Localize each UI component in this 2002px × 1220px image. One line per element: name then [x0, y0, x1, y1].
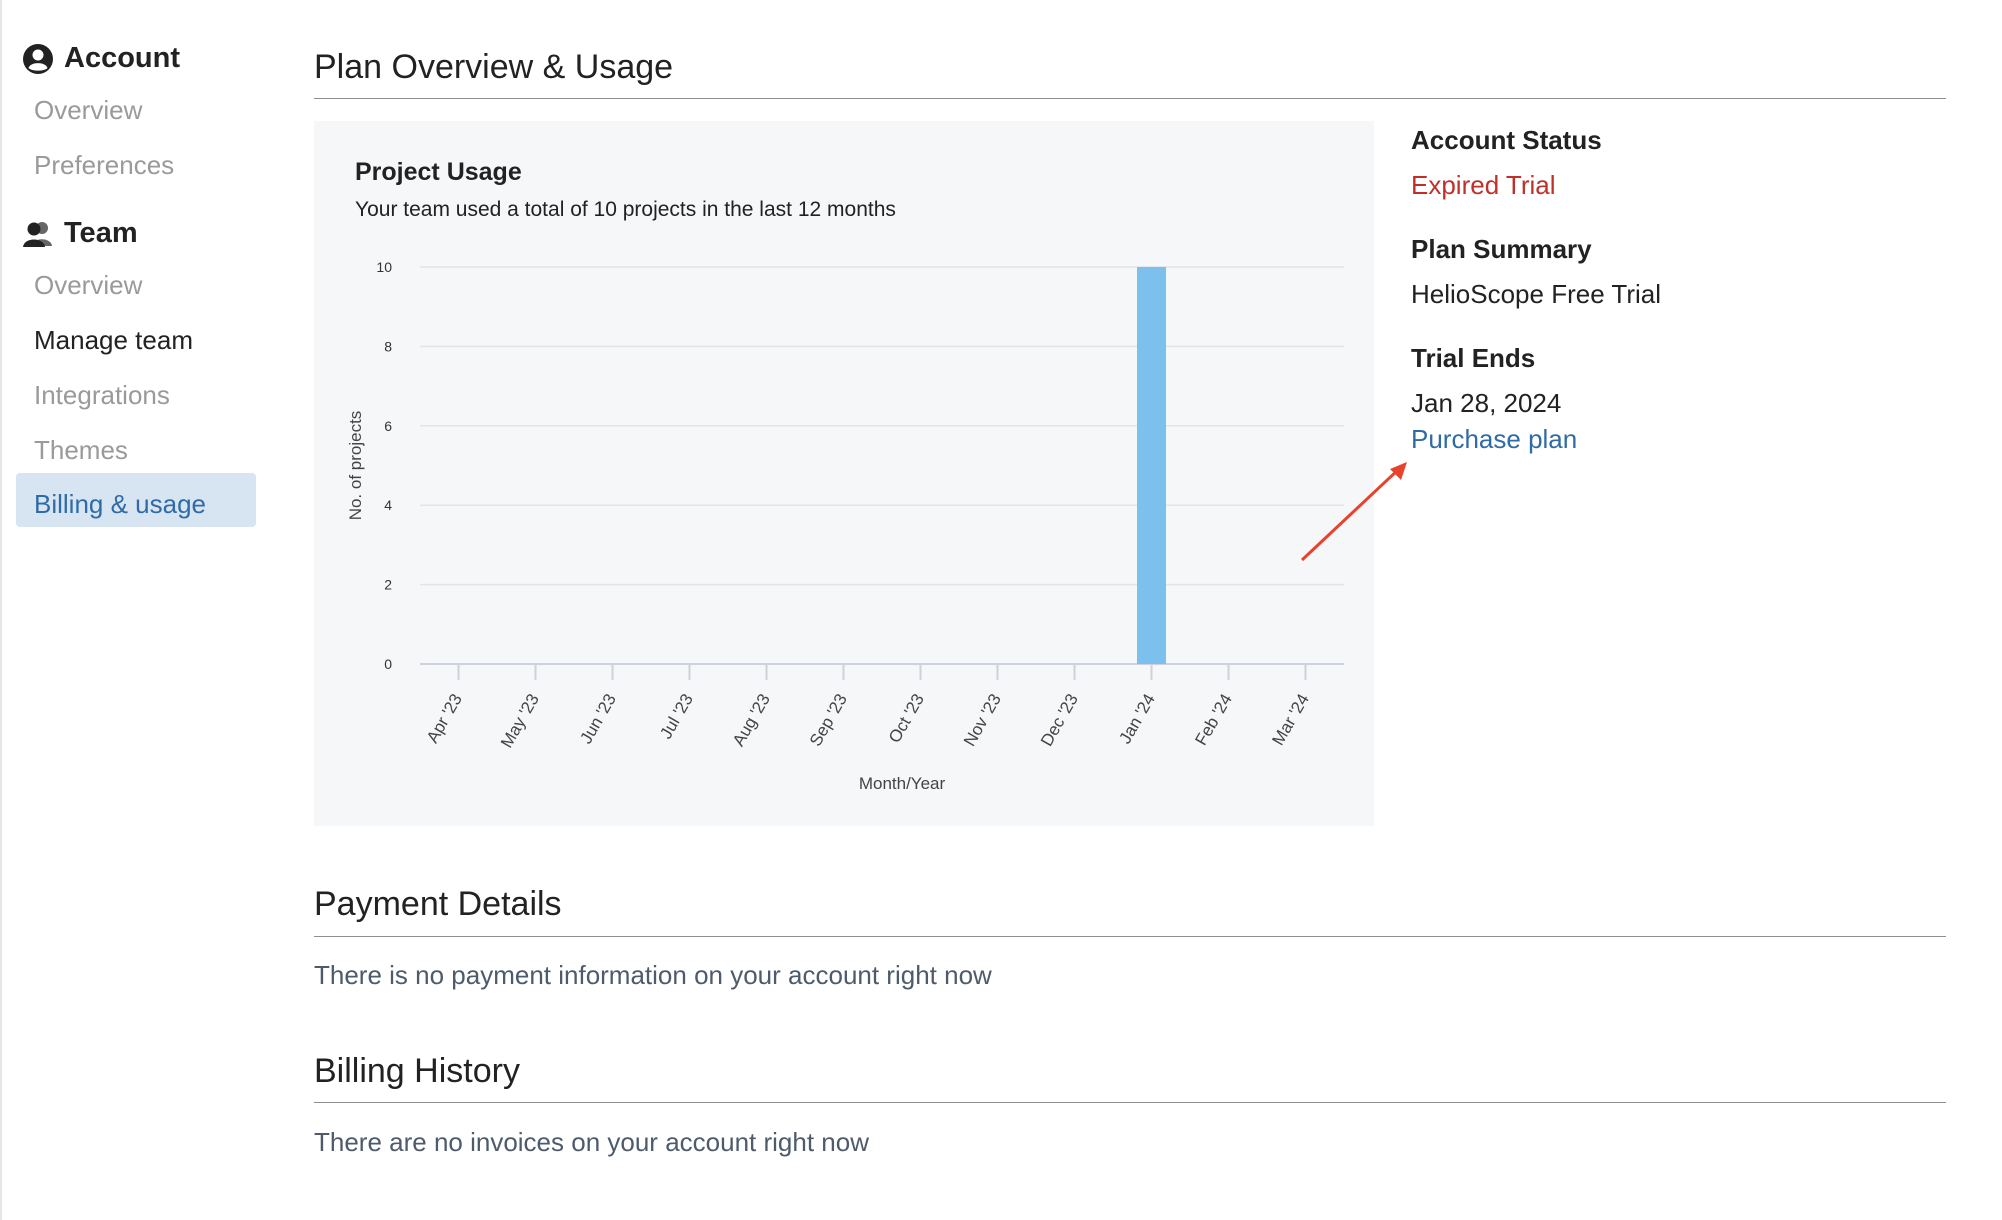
x-tick-label-6: Oct '23 — [885, 691, 928, 747]
account-icon — [22, 43, 54, 75]
sidebar-item-team-overview[interactable]: Overview — [34, 270, 142, 301]
payment-details-heading: Payment Details — [314, 885, 562, 923]
sidebar-section-account-title: Account — [64, 42, 180, 74]
x-tick-label-10: Feb '24 — [1191, 691, 1236, 749]
x-tick-label-2: Jun '23 — [576, 691, 620, 748]
billing-history-heading: Billing History — [314, 1052, 520, 1090]
y-tick-label-8: 8 — [384, 338, 392, 354]
billing-history-text: There are no invoices on your account ri… — [314, 1127, 869, 1157]
x-axis-title: Month/Year — [859, 774, 946, 793]
x-tick-label-7: Nov '23 — [960, 691, 1005, 750]
team-icon — [22, 219, 54, 249]
settings-sidebar: Account Overview Preferences Team Overvi… — [0, 0, 270, 1220]
bar-9 — [1137, 267, 1166, 664]
sidebar-section-team: Team — [22, 217, 138, 250]
x-tick-label-3: Jul '23 — [656, 691, 697, 743]
sidebar-section-account: Account — [22, 42, 180, 75]
plan-overview-divider — [314, 98, 1946, 99]
x-tick-label-8: Dec '23 — [1037, 691, 1082, 750]
x-tick-label-11: Mar '24 — [1268, 691, 1313, 749]
x-tick-label-0: Apr '23 — [423, 691, 466, 747]
sidebar-item-themes[interactable]: Themes — [34, 435, 128, 466]
x-tick-label-4: Aug '23 — [729, 691, 774, 750]
plan-overview-heading: Plan Overview & Usage — [314, 48, 674, 86]
y-tick-label-10: 10 — [376, 259, 392, 275]
sidebar-item-manage-team[interactable]: Manage team — [34, 325, 193, 356]
sidebar-item-preferences[interactable]: Preferences — [34, 150, 174, 181]
sidebar-item-integrations[interactable]: Integrations — [34, 380, 170, 411]
annotation-arrow-icon — [1300, 462, 1407, 562]
account-status-value: Expired Trial — [1411, 170, 1556, 200]
plan-summary-value: HelioScope Free Trial — [1411, 279, 1661, 309]
x-tick-label-1: May '23 — [497, 691, 543, 752]
sidebar-item-billing-usage[interactable]: Billing & usage — [34, 489, 206, 520]
trial-ends-value: Jan 28, 2024 — [1411, 388, 1562, 418]
y-tick-label-0: 0 — [384, 656, 392, 672]
x-tick-label-9: Jan '24 — [1115, 691, 1159, 748]
y-tick-label-6: 6 — [384, 418, 392, 434]
y-tick-label-4: 4 — [384, 497, 392, 513]
account-status-label: Account Status — [1411, 125, 1602, 155]
y-tick-label-2: 2 — [384, 577, 392, 593]
plan-summary-label: Plan Summary — [1411, 234, 1592, 264]
payment-details-divider — [314, 936, 1946, 937]
payment-details-text: There is no payment information on your … — [314, 960, 992, 990]
sidebar-item-account-overview[interactable]: Overview — [34, 95, 142, 126]
trial-ends-label: Trial Ends — [1411, 343, 1536, 373]
billing-history-divider — [314, 1102, 1946, 1103]
x-tick-label-5: Sep '23 — [806, 691, 851, 750]
project-usage-chart: 0 2 4 6 8 10 Apr '23 May '23 Jun '23 Jul '23 Aug '… — [346, 259, 1344, 793]
sidebar-section-team-title: Team — [64, 217, 138, 249]
y-axis-title: No. of projects — [346, 411, 365, 521]
purchase-plan-link[interactable]: Purchase plan — [1411, 424, 1577, 455]
